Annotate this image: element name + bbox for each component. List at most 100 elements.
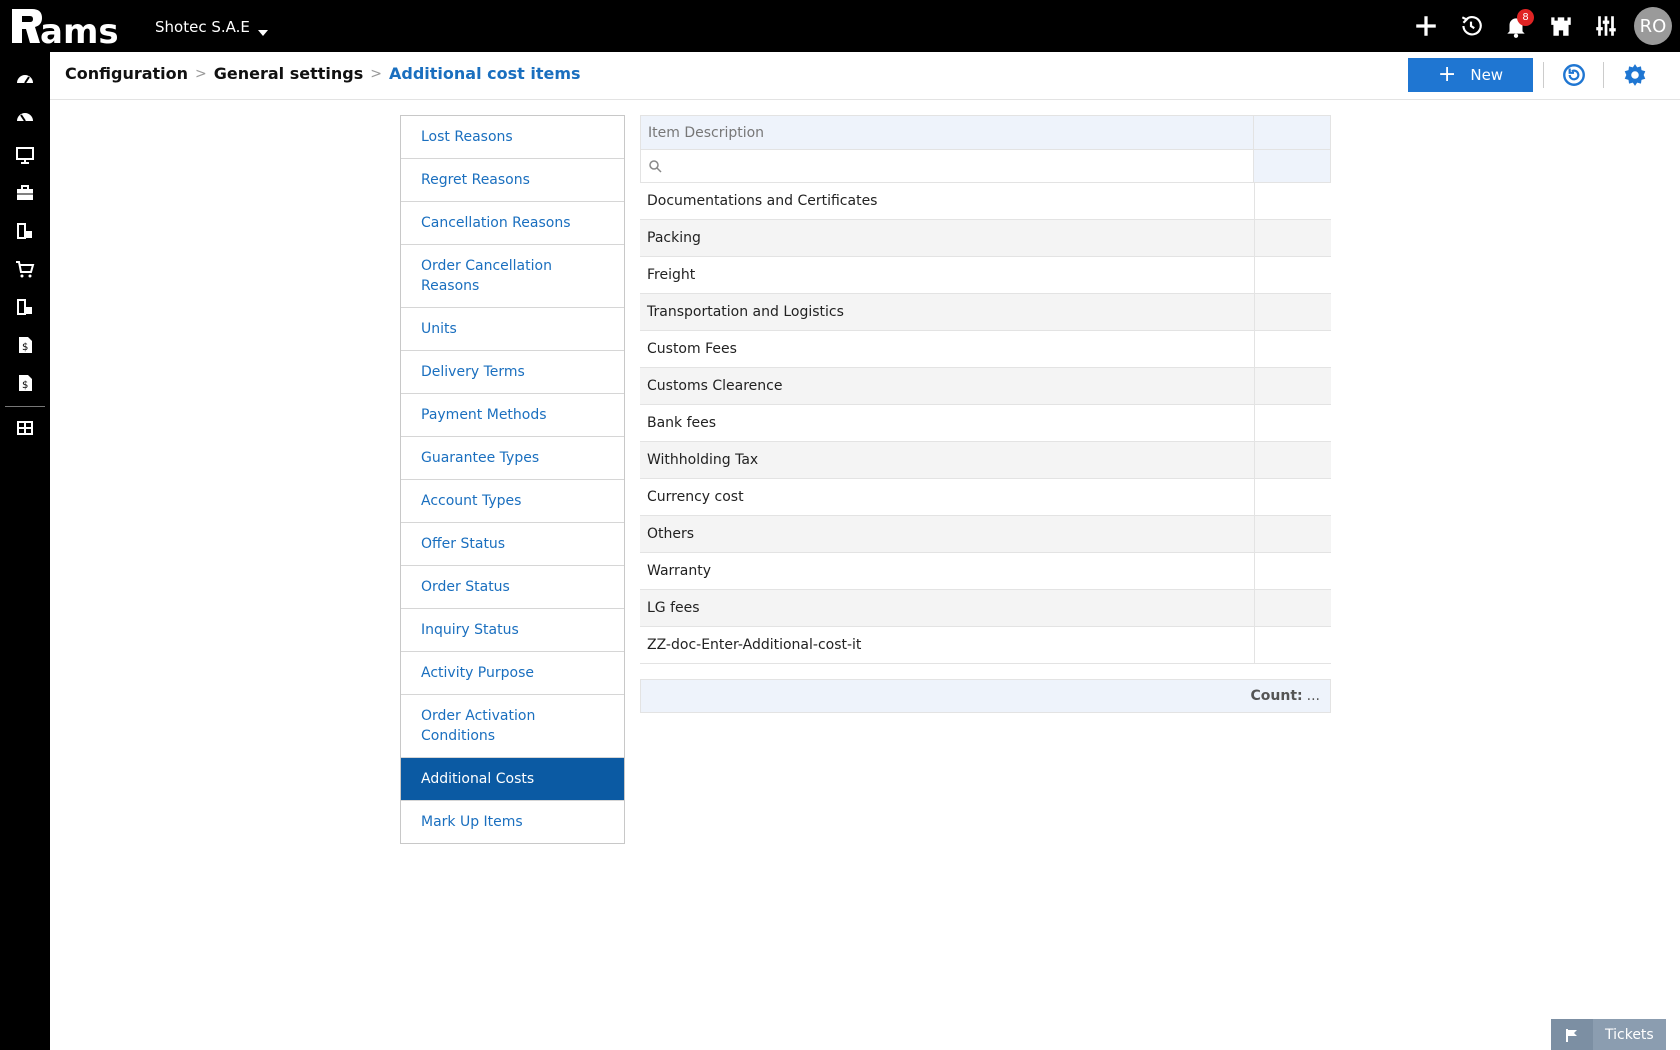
- castle-icon: [1550, 17, 1571, 36]
- sidebar-invoice[interactable]: $: [0, 326, 50, 364]
- sidebar-dashboard-2[interactable]: [0, 98, 50, 136]
- table-row[interactable]: Documentations and Certificates: [640, 183, 1331, 220]
- table-row[interactable]: Custom Fees: [640, 331, 1331, 368]
- sidebar-modules[interactable]: [0, 212, 50, 250]
- flag-icon: [1551, 1019, 1593, 1050]
- table-row[interactable]: Warranty: [640, 553, 1331, 590]
- sidebar-cart[interactable]: [0, 250, 50, 288]
- table-row[interactable]: Transportation and Logistics: [640, 294, 1331, 331]
- column-header-item-description[interactable]: Item Description: [641, 116, 1255, 149]
- monitor-icon: [16, 147, 34, 164]
- left-sidebar: $ $: [0, 52, 50, 1050]
- tickets-button[interactable]: Tickets: [1551, 1019, 1666, 1050]
- table-row[interactable]: Withholding Tax: [640, 442, 1331, 479]
- menu-item-payment-methods[interactable]: Payment Methods: [401, 394, 624, 437]
- table-row[interactable]: Others: [640, 516, 1331, 553]
- grid-filter-row: [640, 149, 1331, 183]
- menu-item-lost-reasons[interactable]: Lost Reasons: [401, 116, 624, 159]
- user-avatar[interactable]: RO: [1634, 7, 1672, 45]
- gauge-icon: [17, 113, 33, 122]
- new-button[interactable]: + New: [1408, 58, 1533, 92]
- page-header: Configuration > General settings > Addit…: [50, 52, 1680, 100]
- menu-item-cancellation-reasons[interactable]: Cancellation Reasons: [401, 202, 624, 245]
- breadcrumb-current: Additional cost items: [389, 64, 581, 83]
- table-row[interactable]: Bank fees: [640, 405, 1331, 442]
- chevron-right-icon: >: [195, 65, 207, 82]
- menu-item-regret-reasons[interactable]: Regret Reasons: [401, 159, 624, 202]
- filter-actions-cell: [1254, 150, 1330, 182]
- sidebar-monitor[interactable]: [0, 136, 50, 174]
- new-button-label: New: [1470, 66, 1504, 84]
- item-description-cell: Bank fees: [640, 405, 1255, 441]
- menu-item-order-status[interactable]: Order Status: [401, 566, 624, 609]
- sidebar-configuration[interactable]: [0, 409, 50, 447]
- item-description-cell: Customs Clearence: [640, 368, 1255, 404]
- search-icon: [649, 160, 662, 173]
- item-description-cell: Freight: [640, 257, 1255, 293]
- menu-item-delivery-terms[interactable]: Delivery Terms: [401, 351, 624, 394]
- sidebar-divider: [5, 406, 45, 407]
- sliders-icon: [1595, 16, 1616, 36]
- search-input[interactable]: [641, 150, 1255, 182]
- svg-text:$: $: [22, 342, 28, 353]
- top-bar: ams Shotec S.A.E 8 RO: [0, 0, 1680, 52]
- svg-text:$: $: [22, 380, 28, 391]
- count-value: ...: [1306, 688, 1320, 704]
- table-row[interactable]: Currency cost: [640, 479, 1331, 516]
- svg-text:ams: ams: [40, 12, 119, 47]
- item-description-cell: Withholding Tax: [640, 442, 1255, 478]
- item-description-cell: Others: [640, 516, 1255, 552]
- history-button[interactable]: [1448, 0, 1493, 52]
- item-description-cell: Warranty: [640, 553, 1255, 589]
- dashboard-icon: [17, 75, 33, 84]
- sidebar-modules-2[interactable]: [0, 288, 50, 326]
- refresh-icon[interactable]: [1561, 62, 1587, 88]
- table-row[interactable]: LG fees: [640, 590, 1331, 627]
- menu-item-units[interactable]: Units: [401, 308, 624, 351]
- menu-item-account-types[interactable]: Account Types: [401, 480, 624, 523]
- cart-icon: [16, 261, 35, 278]
- grid-footer: Count: ...: [640, 679, 1331, 713]
- header-divider: [1603, 62, 1604, 88]
- dollar-document-icon: $: [19, 337, 32, 353]
- breadcrumb: Configuration > General settings > Addit…: [65, 64, 581, 83]
- menu-item-additional-costs[interactable]: Additional Costs: [401, 758, 624, 801]
- additional-cost-grid: Item Description Documentations and Cert…: [640, 115, 1331, 713]
- menu-item-mark-up-items[interactable]: Mark Up Items: [401, 801, 624, 843]
- menu-item-guarantee-types[interactable]: Guarantee Types: [401, 437, 624, 480]
- rams-logo[interactable]: ams: [10, 5, 132, 47]
- menu-item-offer-status[interactable]: Offer Status: [401, 523, 624, 566]
- item-description-cell: LG fees: [640, 590, 1255, 626]
- dollar-document-icon: $: [19, 375, 32, 391]
- item-description-cell: Custom Fees: [640, 331, 1255, 367]
- count-label: Count:: [1250, 688, 1303, 704]
- caret-down-icon: [257, 30, 268, 36]
- menu-item-activity-purpose[interactable]: Activity Purpose: [401, 652, 624, 695]
- company-name: Shotec S.A.E: [155, 18, 250, 36]
- notifications-button[interactable]: 8: [1493, 0, 1538, 52]
- settings-menu: Lost Reasons Regret Reasons Cancellation…: [400, 115, 625, 844]
- breadcrumb-general-settings[interactable]: General settings: [214, 64, 364, 83]
- castle-button[interactable]: [1538, 0, 1583, 52]
- item-description-cell: Documentations and Certificates: [640, 183, 1255, 219]
- menu-item-inquiry-status[interactable]: Inquiry Status: [401, 609, 624, 652]
- sidebar-dashboard[interactable]: [0, 60, 50, 98]
- sidebar-payments[interactable]: $: [0, 364, 50, 402]
- column-header-actions: [1254, 116, 1330, 149]
- top-actions: 8 RO: [1403, 0, 1680, 52]
- company-selector[interactable]: Shotec S.A.E: [155, 18, 268, 36]
- item-description-cell: Transportation and Logistics: [640, 294, 1255, 330]
- table-row[interactable]: Customs Clearence: [640, 368, 1331, 405]
- table-row[interactable]: Packing: [640, 220, 1331, 257]
- quick-add-button[interactable]: [1403, 0, 1448, 52]
- modules-icon: [17, 299, 32, 315]
- breadcrumb-configuration[interactable]: Configuration: [65, 64, 188, 83]
- menu-item-order-activation-conditions[interactable]: Order Activation Conditions: [401, 695, 624, 758]
- table-row[interactable]: ZZ-doc-Enter-Additional-cost-it: [640, 627, 1331, 664]
- gear-icon[interactable]: [1622, 62, 1648, 88]
- table-row[interactable]: Freight: [640, 257, 1331, 294]
- menu-item-order-cancellation-reasons[interactable]: Order Cancellation Reasons: [401, 245, 624, 308]
- item-description-cell: ZZ-doc-Enter-Additional-cost-it: [640, 627, 1255, 663]
- sidebar-briefcase[interactable]: [0, 174, 50, 212]
- settings-sliders-button[interactable]: [1583, 0, 1628, 52]
